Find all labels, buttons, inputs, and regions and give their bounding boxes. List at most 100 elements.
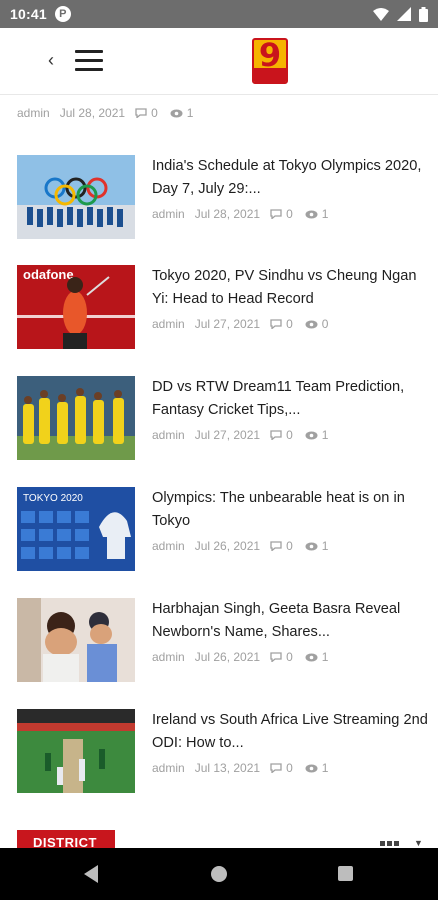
eye-icon xyxy=(305,210,318,218)
article-meta: admin Jul 28, 2021 0 1 xyxy=(152,207,328,221)
meta-views-count: 0 xyxy=(321,317,329,331)
meta-comments-count: 0 xyxy=(286,428,293,442)
nav-home-icon[interactable] xyxy=(211,866,227,882)
meta-comments: 0 xyxy=(270,207,293,221)
meta-author: admin xyxy=(152,650,185,664)
meta-views: 0 xyxy=(305,317,329,331)
meta-comments: 0 xyxy=(270,317,293,331)
meta-author: admin xyxy=(152,317,185,331)
eye-icon xyxy=(305,653,318,661)
article-title[interactable]: DD vs RTW Dream11 Team Prediction, Fanta… xyxy=(152,376,428,422)
meta-views: 1 xyxy=(170,106,194,120)
eye-icon xyxy=(305,431,318,439)
meta-comments-count: 0 xyxy=(286,650,293,664)
meta-author: admin xyxy=(152,428,185,442)
meta-views-count: 1 xyxy=(186,106,194,120)
meta-comments-count: 0 xyxy=(286,539,293,553)
meta-views: 1 xyxy=(305,428,329,442)
meta-date: Jul 13, 2021 xyxy=(194,761,261,775)
article-title[interactable]: Tokyo 2020, PV Sindhu vs Cheung Ngan Yi:… xyxy=(152,265,428,311)
article-thumbnail[interactable] xyxy=(17,598,135,682)
article-meta: admin Jul 26, 2021 0 1 xyxy=(152,539,328,553)
article-title[interactable]: India's Schedule at Tokyo Olympics 2020,… xyxy=(152,155,428,201)
notification-badge: P xyxy=(54,6,71,22)
meta-author: admin xyxy=(17,106,50,120)
article-meta: admin Jul 27, 2021 0 1 xyxy=(152,428,328,442)
wifi-icon xyxy=(373,7,389,21)
eye-icon xyxy=(305,320,318,328)
chevron-down-icon[interactable]: ▼ xyxy=(414,838,423,848)
meta-comments-count: 0 xyxy=(151,106,158,120)
comment-icon xyxy=(270,652,282,662)
article-title[interactable]: Harbhajan Singh, Geeta Basra Reveal Newb… xyxy=(152,598,428,644)
comment-icon xyxy=(270,763,282,773)
meta-comments: 0 xyxy=(270,650,293,664)
meta-date: Jul 28, 2021 xyxy=(59,106,126,120)
article-item[interactable]: Ireland vs South Africa Live Streaming 2… xyxy=(0,709,438,793)
meta-comments: 0 xyxy=(135,106,158,120)
status-bar: 10:41 P xyxy=(0,0,438,28)
meta-comments: 0 xyxy=(270,761,293,775)
thumbnail-banner-text: odafone xyxy=(23,267,74,282)
system-nav-bar xyxy=(0,848,438,900)
meta-comments: 0 xyxy=(270,428,293,442)
article-thumbnail[interactable] xyxy=(17,155,135,239)
article-item[interactable]: odafone Tokyo 2020, PV Sindhu vs Cheung … xyxy=(0,265,438,349)
article-item[interactable]: India's Schedule at Tokyo Olympics 2020,… xyxy=(0,155,438,239)
article-thumbnail[interactable] xyxy=(17,709,135,793)
article-thumbnail[interactable]: odafone xyxy=(17,265,135,349)
meta-author: admin xyxy=(152,207,185,221)
meta-views: 1 xyxy=(305,650,329,664)
article-meta: admin Jul 26, 2021 0 1 xyxy=(152,650,328,664)
grid-view-icon[interactable] xyxy=(380,841,399,846)
eye-icon xyxy=(305,764,318,772)
article-item[interactable]: Harbhajan Singh, Geeta Basra Reveal Newb… xyxy=(0,598,438,682)
meta-views-count: 1 xyxy=(321,539,329,553)
signal-icon xyxy=(397,7,411,21)
meta-comments-count: 0 xyxy=(286,317,293,331)
meta-date: Jul 27, 2021 xyxy=(194,317,261,331)
article-item[interactable]: DD vs RTW Dream11 Team Prediction, Fanta… xyxy=(0,376,438,460)
top-article-meta: admin Jul 28, 2021 0 1 xyxy=(17,106,193,120)
meta-views-count: 1 xyxy=(321,207,329,221)
article-thumbnail[interactable]: TOKYO 2020 xyxy=(17,487,135,571)
meta-author: admin xyxy=(152,539,185,553)
meta-date: Jul 26, 2021 xyxy=(194,650,261,664)
comment-icon xyxy=(270,209,282,219)
comment-icon xyxy=(270,541,282,551)
thumbnail-banner-text: TOKYO 2020 xyxy=(23,493,83,504)
meta-comments-count: 0 xyxy=(286,761,293,775)
app-header: ‹ 9 xyxy=(0,28,438,95)
meta-date: Jul 26, 2021 xyxy=(194,539,261,553)
article-title[interactable]: Olympics: The unbearable heat is on in T… xyxy=(152,487,428,533)
back-button[interactable]: ‹ xyxy=(48,48,62,72)
meta-views-count: 1 xyxy=(321,761,329,775)
article-meta: admin Jul 13, 2021 0 1 xyxy=(152,761,328,775)
status-time: 10:41 xyxy=(10,6,47,22)
app-logo[interactable]: 9 xyxy=(252,38,288,84)
battery-icon xyxy=(419,6,428,22)
meta-views: 1 xyxy=(305,761,329,775)
comment-icon xyxy=(135,108,147,118)
article-item[interactable]: TOKYO 2020 Olympics: The unbearable heat… xyxy=(0,487,438,571)
meta-date: Jul 27, 2021 xyxy=(194,428,261,442)
eye-icon xyxy=(305,542,318,550)
meta-views-count: 1 xyxy=(321,650,329,664)
section-tab-district[interactable]: DISTRICT xyxy=(17,830,115,848)
article-title[interactable]: Ireland vs South Africa Live Streaming 2… xyxy=(152,709,428,755)
meta-author: admin xyxy=(152,761,185,775)
article-thumbnail[interactable] xyxy=(17,376,135,460)
meta-date: Jul 28, 2021 xyxy=(194,207,261,221)
menu-icon[interactable] xyxy=(75,50,103,72)
meta-views-count: 1 xyxy=(321,428,329,442)
nav-recents-icon[interactable] xyxy=(338,866,353,881)
status-icons xyxy=(373,6,428,22)
article-meta: admin Jul 27, 2021 0 0 xyxy=(152,317,328,331)
meta-views: 1 xyxy=(305,539,329,553)
meta-comments: 0 xyxy=(270,539,293,553)
eye-icon xyxy=(170,109,183,117)
meta-views: 1 xyxy=(305,207,329,221)
comment-icon xyxy=(270,430,282,440)
meta-comments-count: 0 xyxy=(286,207,293,221)
nav-back-icon[interactable] xyxy=(84,865,98,883)
